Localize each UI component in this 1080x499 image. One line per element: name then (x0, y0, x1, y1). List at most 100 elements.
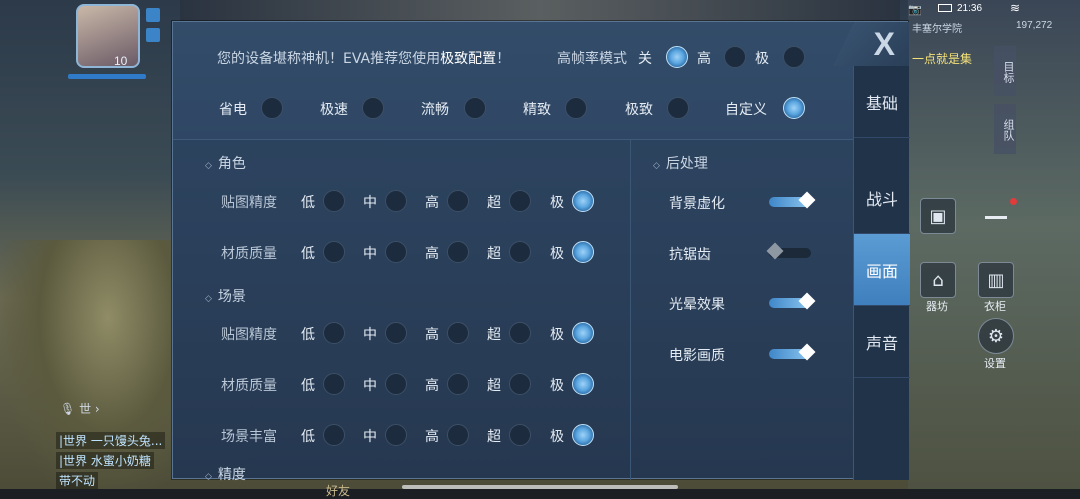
option-super-label: 超 (487, 246, 501, 262)
player-level: 10 (114, 54, 128, 68)
section-scene: ◇ 场景 (205, 286, 246, 306)
wardrobe-label: 衣柜 (984, 300, 1006, 313)
bg-blur-toggle[interactable] (769, 191, 816, 209)
preset-power-save-label: 省电 (219, 102, 247, 118)
settings-label: 设置 (984, 357, 1006, 370)
option-ultra-label: 极 (550, 246, 564, 262)
preset-custom-radio[interactable] (783, 97, 805, 119)
chat-channel: |世界 (59, 434, 88, 448)
char-material-ultra-radio[interactable] (572, 241, 594, 263)
preset-fine-radio[interactable] (565, 97, 587, 119)
char-texture-mid-radio[interactable] (385, 190, 407, 212)
char-material-high-radio[interactable] (447, 241, 469, 263)
char-texture-low-radio[interactable] (323, 190, 345, 212)
quest-tab-target[interactable]: 目标 (994, 46, 1016, 96)
scene-richness-ultra-radio[interactable] (572, 424, 594, 446)
toolbox-icon: ▣ (929, 205, 947, 227)
scene-material-ultra-radio[interactable] (572, 373, 594, 395)
server-name: 丰塞尔学院 (912, 24, 962, 35)
char-material-mid-radio[interactable] (385, 241, 407, 263)
friends-label[interactable]: 好友 (326, 482, 350, 499)
chat-line[interactable]: |世界 水蜜小奶糖 (56, 452, 154, 469)
gear-icon: ⚙ (987, 325, 1005, 347)
scene-richness-super-radio[interactable] (509, 424, 531, 446)
char-texture-high-radio[interactable] (447, 190, 469, 212)
wardrobe-button[interactable]: ▥ (978, 262, 1014, 298)
preset-smooth-radio[interactable] (464, 97, 486, 119)
tab-sound[interactable]: 声音 (854, 306, 910, 378)
recommendation-text: 您的设备堪称神机！EVA推荐您使用极致配置！ (217, 48, 510, 68)
camera-icon[interactable]: 📷 (908, 3, 922, 16)
scene-material-high-radio[interactable] (447, 373, 469, 395)
home-indicator[interactable] (402, 485, 678, 489)
diamond-icon: ◇ (205, 161, 212, 171)
bottom-bar (0, 489, 1080, 499)
option-high-label: 高 (425, 246, 439, 262)
tab-graphics[interactable]: 画面 (854, 234, 910, 306)
voice-channel-label: 世 (79, 402, 92, 416)
preset-power-save-radio[interactable] (261, 97, 283, 119)
scene-richness-low-radio[interactable] (323, 424, 345, 446)
preset-fast-radio[interactable] (362, 97, 384, 119)
cinematic-label: 电影画质 (669, 348, 725, 364)
toggle-knob (798, 292, 816, 310)
scene-texture-low-radio[interactable] (323, 322, 345, 344)
mic-icon: 🎙 (60, 402, 76, 416)
section-post-processing: ◇ 后处理 (653, 153, 708, 173)
chat-line[interactable]: |世界 一只馒头兔... (56, 432, 166, 449)
option-mid-label: 中 (363, 378, 377, 394)
scene-richness-mid-radio[interactable] (385, 424, 407, 446)
quest-tracker-text[interactable]: 一点就是集 (912, 50, 972, 67)
diamond-icon: ◇ (205, 294, 212, 304)
voice-channel[interactable]: 🎙 世 › (60, 400, 100, 417)
char-texture-ultra-radio[interactable] (572, 190, 594, 212)
high-fps-high-radio[interactable] (724, 46, 746, 68)
chat-text: 水蜜小奶糖 (90, 454, 151, 468)
high-fps-ultra-radio[interactable] (783, 46, 805, 68)
option-high-label: 高 (425, 195, 439, 211)
option-high-label: 高 (425, 378, 439, 394)
tab-combat[interactable]: 战斗 (854, 162, 910, 234)
char-material-super-radio[interactable] (509, 241, 531, 263)
option-low-label: 低 (301, 429, 315, 445)
option-ultra-label: 极 (550, 327, 564, 343)
high-fps-label: 高帧率模式 (557, 51, 627, 67)
anti-aliasing-toggle[interactable] (766, 242, 811, 260)
scene-texture-mid-radio[interactable] (385, 322, 407, 344)
workshop-button[interactable]: ⌂ (920, 262, 956, 298)
buff-icon[interactable] (146, 8, 160, 22)
option-super-label: 超 (487, 429, 501, 445)
scene-texture-high-radio[interactable] (447, 322, 469, 344)
settings-button[interactable]: ⚙ (978, 318, 1014, 354)
toggle-knob (766, 242, 784, 260)
char-material-low-radio[interactable] (323, 241, 345, 263)
player-avatar[interactable] (76, 4, 140, 68)
high-fps-off-label: 关 (638, 51, 652, 67)
tab-basic[interactable]: 基础 (854, 66, 910, 138)
scene-richness-high-radio[interactable] (447, 424, 469, 446)
option-ultra-label: 极 (550, 378, 564, 394)
bloom-label: 光晕效果 (669, 297, 725, 313)
scene-material-mid-radio[interactable] (385, 373, 407, 395)
scene-texture-label: 贴图精度 (221, 327, 277, 343)
bloom-toggle[interactable] (769, 292, 816, 310)
cinematic-toggle[interactable] (769, 343, 816, 361)
quest-tab-team[interactable]: 组队 (994, 104, 1016, 154)
wifi-icon: ≋ (1010, 1, 1021, 15)
toolbox-button[interactable]: ▣ (920, 198, 956, 234)
scene-texture-ultra-radio[interactable] (572, 322, 594, 344)
preset-ultimate-radio[interactable] (667, 97, 689, 119)
toggle-knob (798, 191, 816, 209)
scene-material-super-radio[interactable] (509, 373, 531, 395)
recommendation-highlight: 极致配置 (440, 51, 497, 67)
option-mid-label: 中 (363, 246, 377, 262)
anti-aliasing-label: 抗锯齿 (669, 247, 711, 263)
scene-texture-super-radio[interactable] (509, 322, 531, 344)
mail-icon[interactable] (146, 28, 160, 42)
scene-material-low-radio[interactable] (323, 373, 345, 395)
collapse-icon[interactable] (985, 216, 1007, 219)
high-fps-off-radio[interactable] (666, 46, 688, 68)
char-texture-super-radio[interactable] (509, 190, 531, 212)
option-low-label: 低 (301, 195, 315, 211)
section-character: ◇ 角色 (205, 153, 246, 173)
